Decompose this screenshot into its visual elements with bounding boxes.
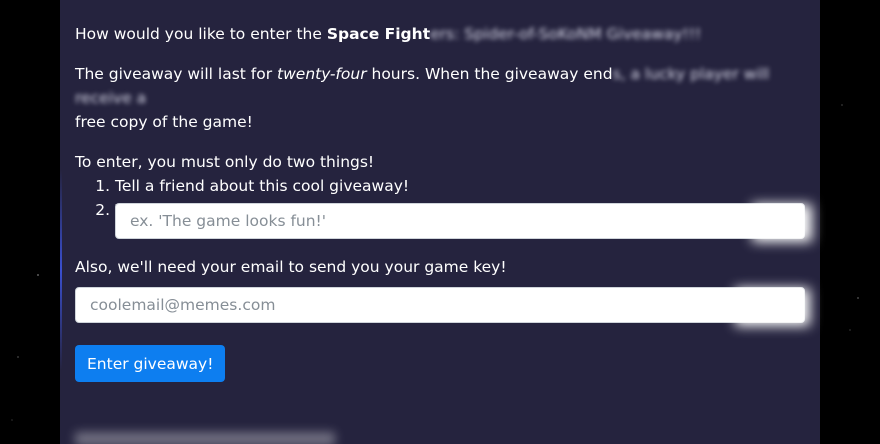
reason-input[interactable]: [128, 211, 792, 231]
blur-artifact: [752, 204, 812, 242]
duration-part1: The giveaway will last for: [75, 65, 278, 83]
duration-part2: hours. When the giveaway end: [366, 65, 613, 83]
email-field-container: [75, 287, 805, 323]
reason-field-container: [115, 203, 805, 239]
intro-blurred-suffix: ers: Spider-of-SoKoNM Giveaway!!!: [430, 25, 702, 43]
blurred-next-heading: [75, 432, 335, 444]
email-input[interactable]: [88, 295, 792, 315]
duration-emphasis: twenty-four: [277, 65, 367, 83]
enter-giveaway-button[interactable]: Enter giveaway!: [75, 345, 226, 382]
blur-artifact: [735, 288, 810, 326]
instruction-step: Tell a friend about this cool giveaway!: [115, 174, 815, 198]
email-label: Also, we'll need your email to send you …: [75, 258, 507, 276]
intro-prefix: How would you like to enter the: [75, 25, 327, 43]
game-name: Space Fight: [326, 25, 431, 43]
giveaway-content: How would you like to enter the Space Fi…: [75, 22, 815, 222]
duration-text: The giveaway will last for twenty-four h…: [75, 62, 815, 134]
instructions-lead: To enter, you must only do two things!: [75, 153, 375, 171]
intro-text: How would you like to enter the Space Fi…: [75, 22, 815, 46]
duration-line2: free copy of the game!: [75, 113, 253, 131]
panel-edge-glow: [60, 170, 62, 370]
